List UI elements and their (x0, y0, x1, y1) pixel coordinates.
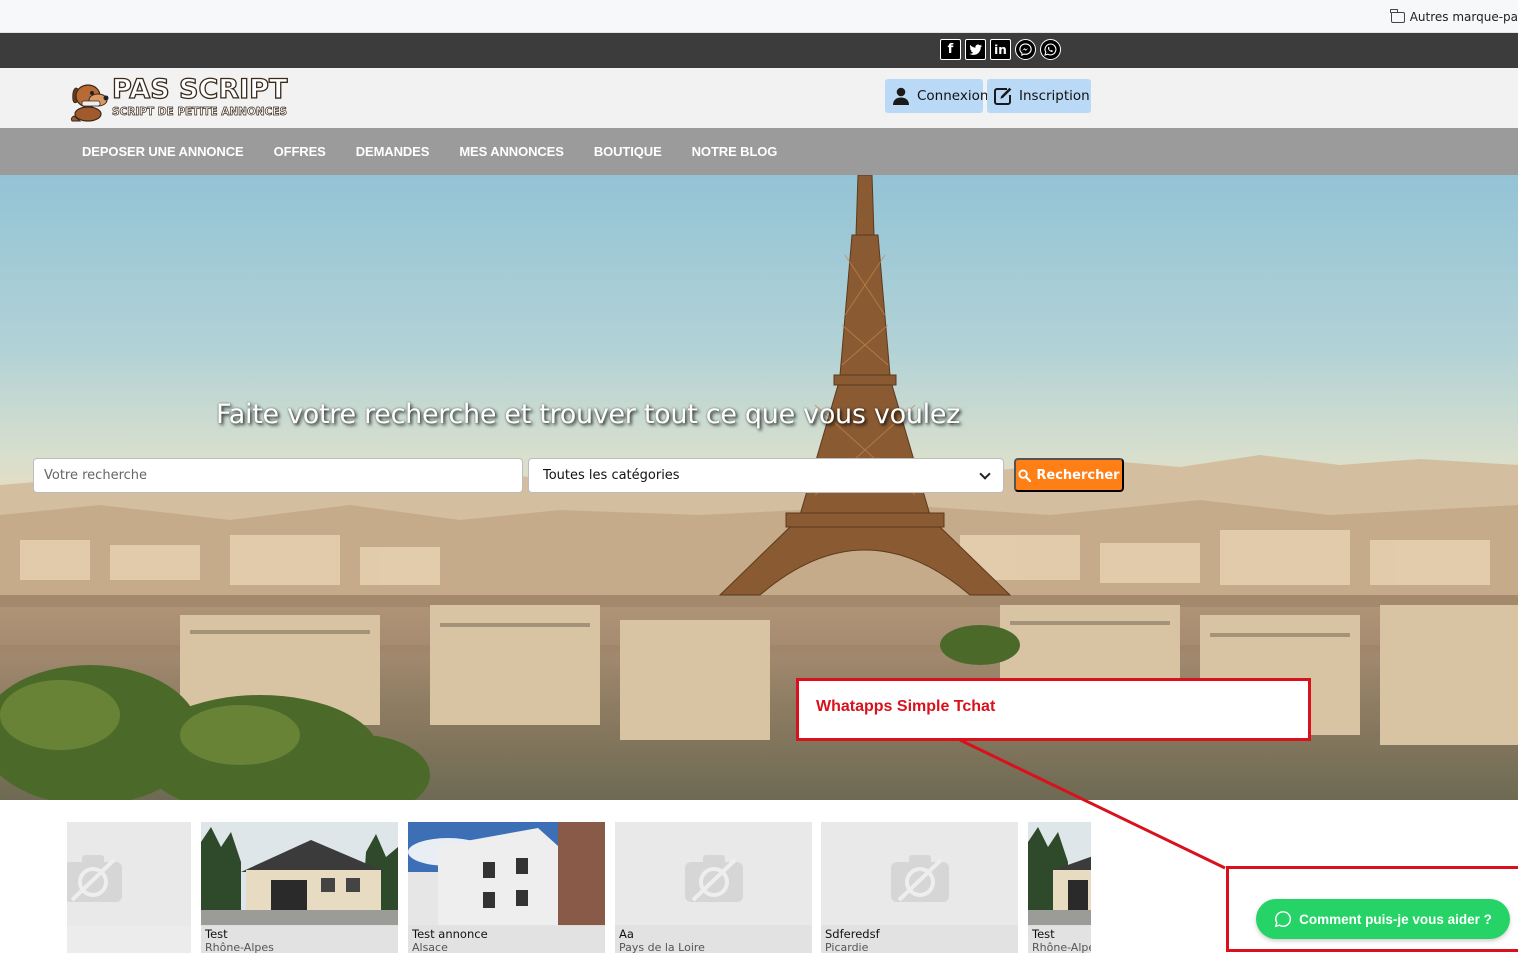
user-icon (893, 87, 909, 105)
search-button-label: Rechercher (1036, 467, 1120, 483)
nav-item-demandes[interactable]: DEMANDES (356, 144, 430, 159)
listing-card[interactable]: Test Rhône-Alpes (201, 822, 398, 953)
logo-subtitle: SCRIPT DE PETITE ANNONCES (112, 106, 288, 119)
social-bar: f in (0, 33, 1518, 68)
listing-region: Alsace (412, 941, 448, 953)
listing-title: Test (1032, 927, 1055, 941)
category-selected-value: Toutes les catégories (543, 468, 680, 483)
listing-image (67, 822, 191, 926)
listing-region: Rhône-Alpes (1032, 941, 1091, 953)
listing-image (821, 822, 1018, 926)
logo-title: PAS SCRIPT (111, 73, 288, 105)
house-photo (201, 822, 398, 926)
edit-icon (994, 87, 1012, 105)
listing-image-house (1028, 822, 1091, 926)
listing-caption: Test Rhône-Alpes (201, 925, 398, 953)
listing-card[interactable]: Aa Pays de la Loire (615, 822, 812, 953)
messenger-icon[interactable] (1015, 39, 1036, 60)
category-select[interactable]: Toutes les catégories (528, 458, 1004, 493)
nav-item-offres[interactable]: OFFRES (274, 144, 326, 159)
chevron-down-icon (979, 467, 991, 480)
register-label: Inscription (1019, 88, 1090, 104)
listing-title: Aa (619, 927, 634, 941)
whatsapp-chat-button[interactable]: Comment puis-je vous aider ? (1256, 899, 1510, 939)
listing-caption: Sdferedsf Picardie (821, 925, 1018, 953)
login-label: Connexion (917, 88, 989, 104)
folder-icon (1390, 8, 1405, 23)
annotation-label-box: Whatapps Simple Tchat (796, 678, 1311, 741)
search-input[interactable] (33, 458, 523, 493)
listing-card[interactable]: Sdferedsf Picardie (821, 822, 1018, 953)
no-photo-icon (684, 855, 743, 903)
bookmark-folder-label: Autres marque-pa (1409, 10, 1518, 24)
whatsapp-icon[interactable] (1040, 39, 1061, 60)
site-logo[interactable]: PAS SCRIPT SCRIPT DE PETITE ANNONCES (68, 73, 288, 124)
listing-title: Test annonce (412, 927, 488, 941)
dog-mascot-icon (70, 84, 109, 122)
no-photo-icon (67, 855, 122, 903)
bookmarks-bar: Autres marque-pa (0, 0, 1518, 33)
listing-image-building (408, 822, 605, 926)
nav-item-boutique[interactable]: BOUTIQUE (594, 144, 662, 159)
listing-title: Test (205, 927, 228, 941)
search-icon (1018, 468, 1032, 482)
chat-button-label: Comment puis-je vous aider ? (1299, 911, 1492, 927)
listing-caption: Aa Pays de la Loire (615, 925, 812, 953)
listing-region: Picardie (825, 941, 869, 953)
search-button[interactable]: Rechercher (1014, 458, 1124, 492)
facebook-icon[interactable]: f (940, 39, 961, 60)
listing-title: Sdferedsf (825, 927, 880, 941)
register-button[interactable]: Inscription (987, 79, 1091, 113)
listing-image-house (201, 822, 398, 926)
social-icons: f in (940, 39, 1061, 60)
chat-bubble-icon (1274, 911, 1292, 928)
house-photo (1028, 822, 1091, 926)
listing-caption: Test annonce Alsace (408, 925, 605, 953)
hero-title: Faite votre recherche et trouver tout ce… (216, 399, 961, 430)
annotation-label: Whatapps Simple Tchat (816, 698, 996, 715)
listings-carousel: Test Rhône-Alpes Test annonce Alsace Aa … (67, 822, 1091, 953)
twitter-icon[interactable] (965, 39, 986, 60)
listing-region: Pays de la Loire (619, 941, 705, 953)
nav-item-blog[interactable]: NOTRE BLOG (692, 144, 778, 159)
login-button[interactable]: Connexion (885, 79, 988, 113)
listing-card[interactable]: Test Rhône-Alpes (1028, 822, 1091, 953)
main-nav: DEPOSER UNE ANNONCE OFFRES DEMANDES MES … (0, 128, 1518, 175)
header: PAS SCRIPT SCRIPT DE PETITE ANNONCES Con… (0, 68, 1518, 128)
listing-card[interactable]: Test annonce Alsace (408, 822, 605, 953)
nav-item-deposer-annonce[interactable]: DEPOSER UNE ANNONCE (82, 144, 244, 159)
building-photo (408, 822, 605, 926)
nav-item-mes-annonces[interactable]: MES ANNONCES (459, 144, 564, 159)
listing-region: Rhône-Alpes (205, 941, 274, 953)
bookmark-folder[interactable]: Autres marque-pa (1390, 8, 1518, 24)
no-photo-icon (890, 855, 949, 903)
listing-caption: Test Rhône-Alpes (1028, 925, 1091, 953)
linkedin-icon[interactable]: in (990, 39, 1011, 60)
listing-image (615, 822, 812, 926)
listing-card[interactable] (67, 822, 191, 953)
